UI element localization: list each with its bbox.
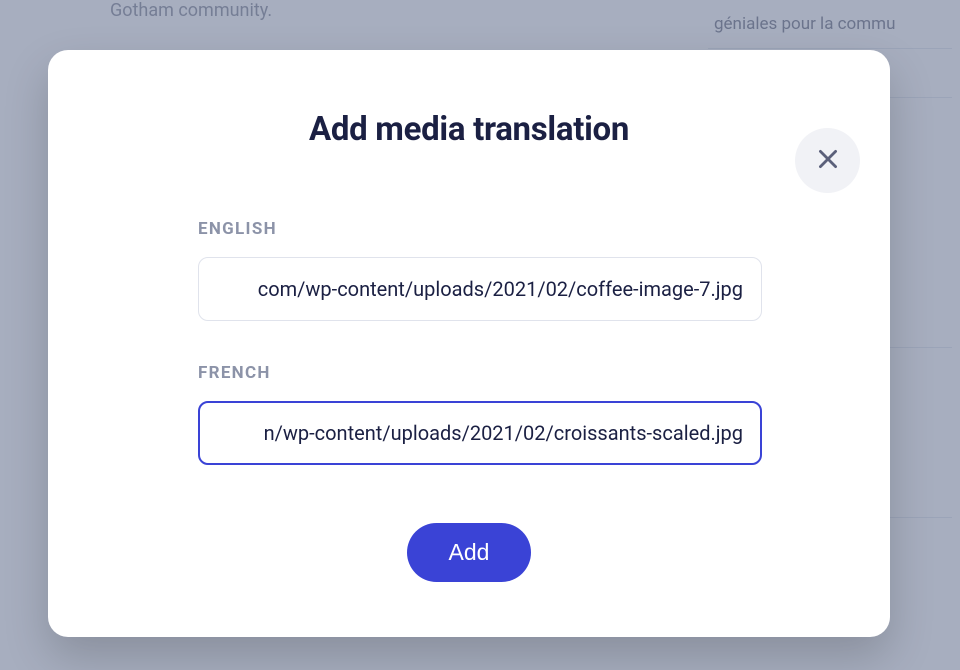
french-label: FRENCH (198, 363, 740, 383)
field-group-french: FRENCH (198, 363, 740, 465)
close-icon (815, 146, 841, 175)
close-button[interactable] (795, 128, 860, 193)
media-translation-modal: Add media translation ENGLISH FRENCH Add (48, 50, 890, 637)
field-group-english: ENGLISH (198, 219, 740, 321)
french-url-input[interactable] (198, 401, 762, 465)
modal-title: Add media translation (198, 110, 740, 149)
english-label: ENGLISH (198, 219, 740, 239)
english-url-input[interactable] (198, 257, 762, 321)
add-button[interactable]: Add (407, 523, 532, 582)
